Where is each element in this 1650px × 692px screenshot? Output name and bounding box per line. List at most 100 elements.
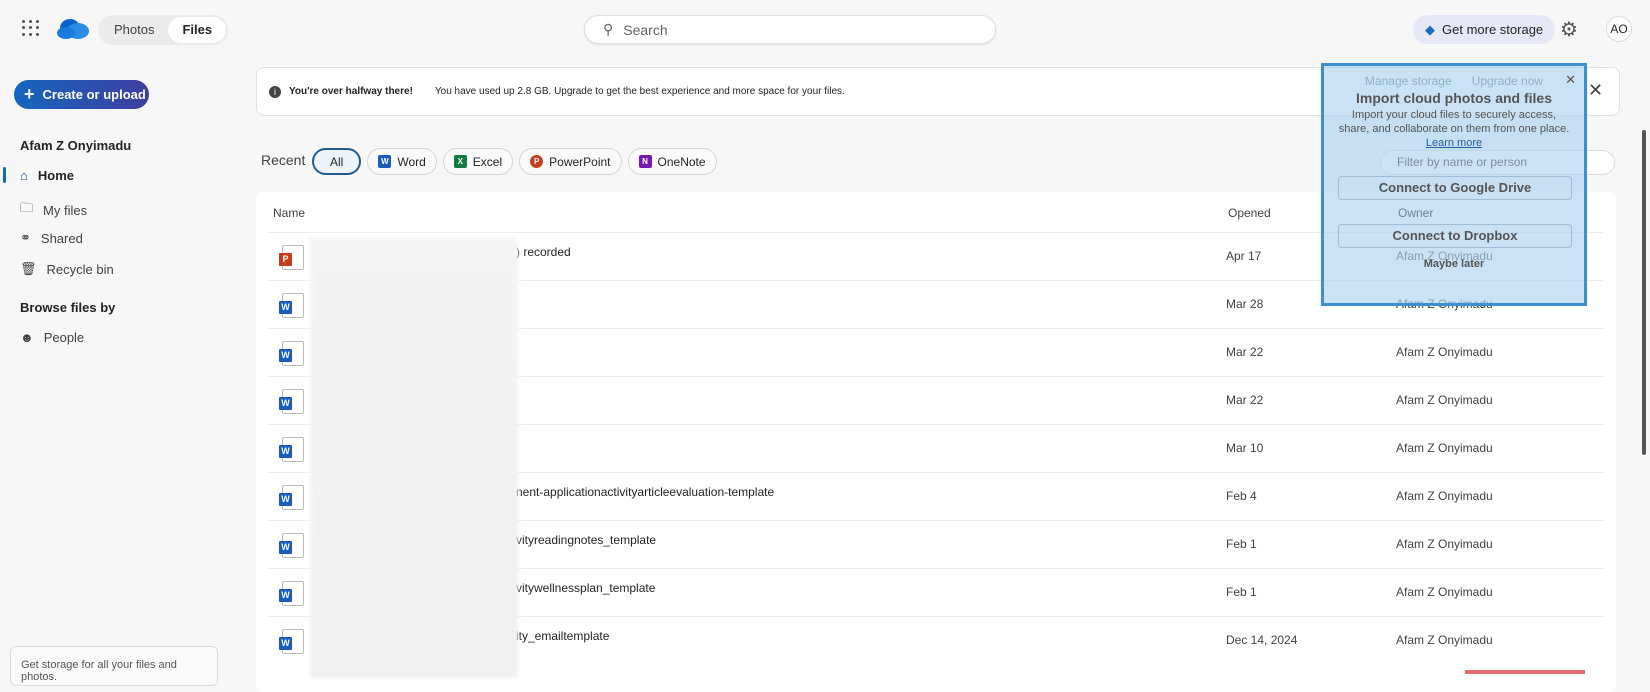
onenote-icon: N [638, 155, 652, 168]
search-input[interactable]: ⚲ Search [584, 15, 996, 44]
connect-google-drive-button[interactable]: Connect to Google Drive [1338, 176, 1572, 200]
file-name[interactable]: nent-applicationactivityarticleevaluatio… [516, 485, 774, 499]
nav-label: People [43, 330, 85, 345]
import-cloud-popup: Manage storage Upgrade now ✕ Import clou… [1321, 63, 1587, 306]
powerpoint-icon: P [530, 155, 544, 168]
column-name[interactable]: Name [273, 206, 305, 220]
active-indicator [3, 167, 6, 183]
search-icon: ⚲ [603, 21, 614, 37]
browse-heading: Browse files by [20, 300, 116, 315]
popup-description-text: Import your cloud files to securely acce… [1338, 109, 1570, 135]
sidebar-item-home[interactable]: ⌂ Home [20, 168, 74, 183]
file-name[interactable]: vityreadingnotes_template [516, 533, 656, 547]
maybe-later-button[interactable]: Maybe later [1324, 258, 1584, 270]
create-label: Create or upload [42, 87, 146, 102]
notification-bar [1465, 670, 1585, 674]
photos-files-toggle: Photos Files [98, 15, 229, 45]
learn-more-link[interactable]: Learn more [1426, 137, 1482, 149]
nav-label: My files [43, 202, 88, 218]
pill-label: All [330, 154, 344, 169]
powerpoint-file-icon: P [279, 245, 304, 270]
people-icon: ⚭ [20, 230, 31, 245]
word-file-icon: W [279, 485, 304, 510]
nav-label: Shared [40, 230, 83, 246]
app-launcher-icon[interactable] [20, 18, 40, 38]
file-owner: Afam Z Onyimadu [1396, 489, 1493, 503]
search-placeholder: Search [623, 21, 668, 38]
file-name[interactable]: vitywellnessplan_template [516, 581, 655, 595]
word-file-icon: W [279, 389, 304, 414]
word-icon: W [378, 155, 392, 168]
close-icon[interactable]: ✕ [1588, 80, 1603, 101]
column-opened[interactable]: Opened [1228, 206, 1271, 220]
filter-placeholder[interactable]: Filter by name or person [1397, 155, 1527, 169]
file-owner: Afam Z Onyimadu [1396, 393, 1493, 407]
sidebar-item-my-files[interactable]: 🗀 My files [20, 199, 87, 221]
trash-icon: 🗑 [20, 261, 37, 276]
pill-word[interactable]: W Word [367, 148, 437, 175]
file-opened: Mar 28 [1226, 297, 1264, 311]
pill-all[interactable]: All [312, 148, 362, 175]
word-file-icon: W [279, 629, 304, 654]
sidebar-item-shared[interactable]: ⚭ Shared [20, 230, 83, 246]
pill-label: PowerPoint [549, 154, 611, 169]
file-name[interactable]: ) recorded [516, 245, 571, 259]
diamond-icon: ◆ [1425, 21, 1435, 37]
pill-powerpoint[interactable]: P PowerPoint [519, 148, 622, 175]
tab-files[interactable]: Files [168, 17, 227, 43]
pill-label: OneNote [657, 154, 706, 169]
file-type-filters: All W Word X Excel P PowerPoint N OneNote [312, 148, 717, 175]
pill-excel[interactable]: X Excel [442, 148, 514, 175]
avatar[interactable]: AO [1606, 16, 1632, 42]
user-name: Afam Z Onyimadu [20, 138, 132, 153]
file-opened: Mar 22 [1226, 393, 1264, 407]
word-file-icon: W [279, 293, 304, 318]
info-icon: i [269, 85, 281, 98]
pill-onenote[interactable]: N OneNote [627, 148, 717, 175]
upgrade-now-link[interactable]: Upgrade now [1472, 74, 1543, 88]
file-opened: Apr 17 [1226, 249, 1262, 263]
sidebar-item-recycle-bin[interactable]: 🗑 Recycle bin [20, 261, 114, 277]
file-name[interactable]: ity_emailtemplate [516, 629, 609, 643]
banner-message: You have used up 2.8 GB. Upgrade to get … [434, 86, 845, 97]
file-opened: Feb 1 [1226, 585, 1257, 599]
file-owner: Afam Z Onyimadu [1396, 441, 1493, 455]
create-upload-button[interactable]: + Create or upload [14, 80, 149, 109]
file-opened: Feb 1 [1226, 537, 1257, 551]
scrollbar[interactable] [1642, 130, 1646, 455]
sidebar-item-people[interactable]: ☻ People [20, 330, 84, 345]
gear-icon[interactable]: ⚙ [1560, 17, 1578, 42]
pill-label: Word [397, 154, 426, 169]
person-icon: ☻ [20, 330, 34, 345]
word-file-icon: W [279, 581, 304, 606]
onedrive-logo-icon [57, 19, 89, 39]
folder-icon: 🗀 [20, 200, 34, 215]
banner-title: You're over halfway there! [289, 86, 413, 97]
file-opened: Feb 4 [1226, 489, 1257, 503]
word-file-icon: W [279, 437, 304, 462]
connect-dropbox-button[interactable]: Connect to Dropbox [1338, 224, 1572, 248]
home-icon: ⌂ [20, 168, 28, 183]
storage-label: Get more storage [1442, 22, 1544, 37]
popup-description: Import your cloud files to securely acce… [1338, 108, 1570, 150]
pill-label: Excel [472, 154, 503, 169]
file-owner: Afam Z Onyimadu [1396, 633, 1493, 647]
file-owner: Afam Z Onyimadu [1396, 585, 1493, 599]
nav-label: Recycle bin [46, 261, 114, 277]
column-owner[interactable]: Owner [1398, 206, 1433, 220]
popup-title: Import cloud photos and files [1356, 90, 1552, 106]
redacted-region [310, 238, 518, 678]
recent-label: Recent [261, 152, 306, 168]
file-owner: Afam Z Onyimadu [1396, 345, 1493, 359]
manage-storage-link[interactable]: Manage storage [1365, 74, 1452, 88]
nav-label: Home [37, 168, 74, 183]
file-opened: Mar 10 [1226, 441, 1264, 455]
file-owner: Afam Z Onyimadu [1396, 537, 1493, 551]
file-opened: Mar 22 [1226, 345, 1264, 359]
plus-icon: + [24, 84, 35, 104]
tab-photos[interactable]: Photos [100, 17, 168, 43]
file-opened: Dec 14, 2024 [1226, 633, 1298, 647]
popup-close-icon[interactable]: ✕ [1565, 72, 1576, 88]
get-more-storage-button[interactable]: ◆ Get more storage [1413, 15, 1556, 44]
word-file-icon: W [279, 341, 304, 366]
